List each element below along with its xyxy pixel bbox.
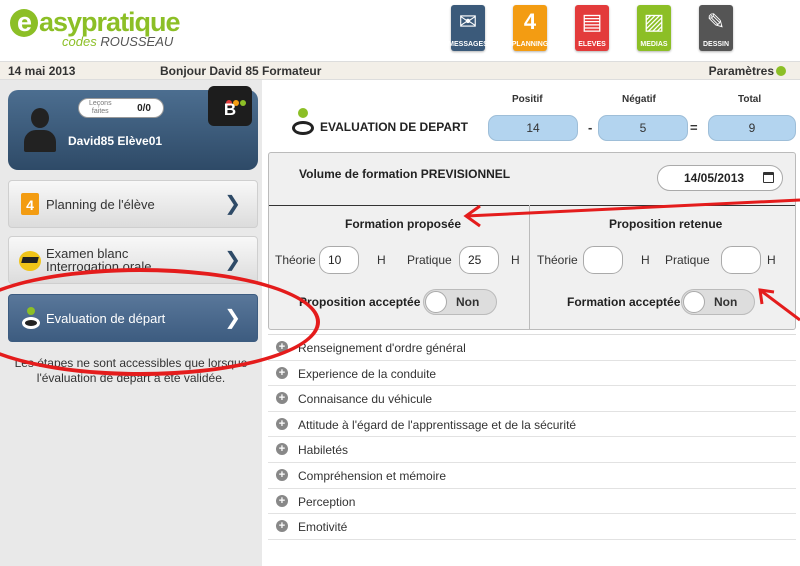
chevron-right-icon: ❯ [224,249,241,271]
expand-icon: + [276,443,288,456]
calendar-icon [763,172,774,183]
equals-sign: = [690,120,698,135]
dessin-button[interactable]: ✎ DESSIN [696,5,736,57]
positif-score: 14 [488,115,578,141]
status-bar: 14 mai 2013 Bonjour David 85 Formateur P… [0,62,800,80]
total-header: Total [738,94,762,105]
page-title: EVALUATION DE DEPART [320,120,469,134]
planning-button[interactable]: 4 PLANNING [510,5,550,57]
messages-button[interactable]: ✉ MESSAGES [448,5,488,57]
list-item[interactable]: + Renseignement d'ordre général [268,335,796,361]
easypratique-logo: e asypratique codes ROUSSEAU [10,8,181,49]
main-panel: Positif Négatif Total EVALUATION DE DEPA… [266,80,800,566]
expand-icon: + [276,366,288,379]
calendar-icon: 4 [17,193,41,217]
students-icon: ▤ [581,9,603,34]
date-field[interactable]: 14/05/2013 [657,165,783,191]
evaluation-sections: + Renseignement d'ordre général + Experien… [268,334,796,540]
settings-link[interactable]: Paramètres [709,64,786,78]
calendar-icon: 4 [523,9,537,34]
student-name: David85 Elève01 [68,134,163,148]
divider [529,205,530,329]
formation-proposee-title: Formation proposée [345,217,462,231]
list-item[interactable]: + Emotivité [268,514,796,540]
divider [269,205,795,206]
retained-theorie-input[interactable] [583,246,623,274]
expand-icon: + [276,468,288,481]
total-score: 9 [708,115,796,141]
avatar [24,108,56,152]
student-card[interactable]: Leçons faites 0/0 David85 Elève01 B [8,86,258,170]
formation-panel: Volume de formation PREVISIONNEL 14/05/2… [268,152,796,330]
expand-icon: + [276,417,288,430]
list-item[interactable]: + Compréhension et mémoire [268,463,796,489]
app-header: e asypratique codes ROUSSEAU ✉ MESSAGES 4… [0,0,800,62]
negatif-score: 5 [598,115,688,141]
expand-icon: + [276,520,288,533]
image-icon: ▨ [643,9,665,34]
formation-acceptee-label: Formation acceptée [567,295,681,309]
pencil-icon: ✎ [706,9,726,34]
proposed-pratique-input[interactable]: 25 [459,246,499,274]
list-item[interactable]: + Experience de la conduite [268,361,796,387]
current-date: 14 mai 2013 [8,64,76,78]
list-item[interactable]: + Perception [268,489,796,515]
formation-acceptee-toggle[interactable]: Non [681,289,755,315]
proposition-acceptee-label: Proposition acceptée [299,295,421,309]
eleves-button[interactable]: ▤ ELEVES [572,5,612,57]
gear-icon [776,66,786,76]
proposed-theorie-input[interactable]: 10 [319,246,359,274]
minus-sign: - [588,120,593,135]
volume-title: Volume de formation PREVISIONNEL [299,167,511,181]
negatif-header: Négatif [622,94,656,105]
positif-header: Positif [512,94,543,105]
greeting: Bonjour David 85 Formateur [160,64,322,78]
evaluation-icon [292,108,314,138]
proposition-acceptee-toggle[interactable]: Non [423,289,497,315]
list-item[interactable]: + Connaisance du véhicule [268,386,796,412]
envelope-icon: ✉ [458,9,478,34]
proposition-retenue-title: Proposition retenue [609,217,723,231]
graduation-cap-icon [17,249,41,273]
expand-icon: + [276,392,288,405]
retained-pratique-input[interactable] [721,246,761,274]
chevron-right-icon: ❯ [224,193,241,215]
lecons-counter: Leçons faites 0/0 [78,98,164,118]
list-item[interactable]: + Habiletés [268,437,796,463]
medias-button[interactable]: ▨ MEDIAS [634,5,674,57]
permit-b-badge: B [208,86,252,126]
expand-icon: + [276,494,288,507]
list-item[interactable]: + Attitude à l'égard de l'apprentissage e… [268,412,796,438]
sidebar-item-planning[interactable]: 4 Planning de l'élève ❯ [8,180,258,228]
